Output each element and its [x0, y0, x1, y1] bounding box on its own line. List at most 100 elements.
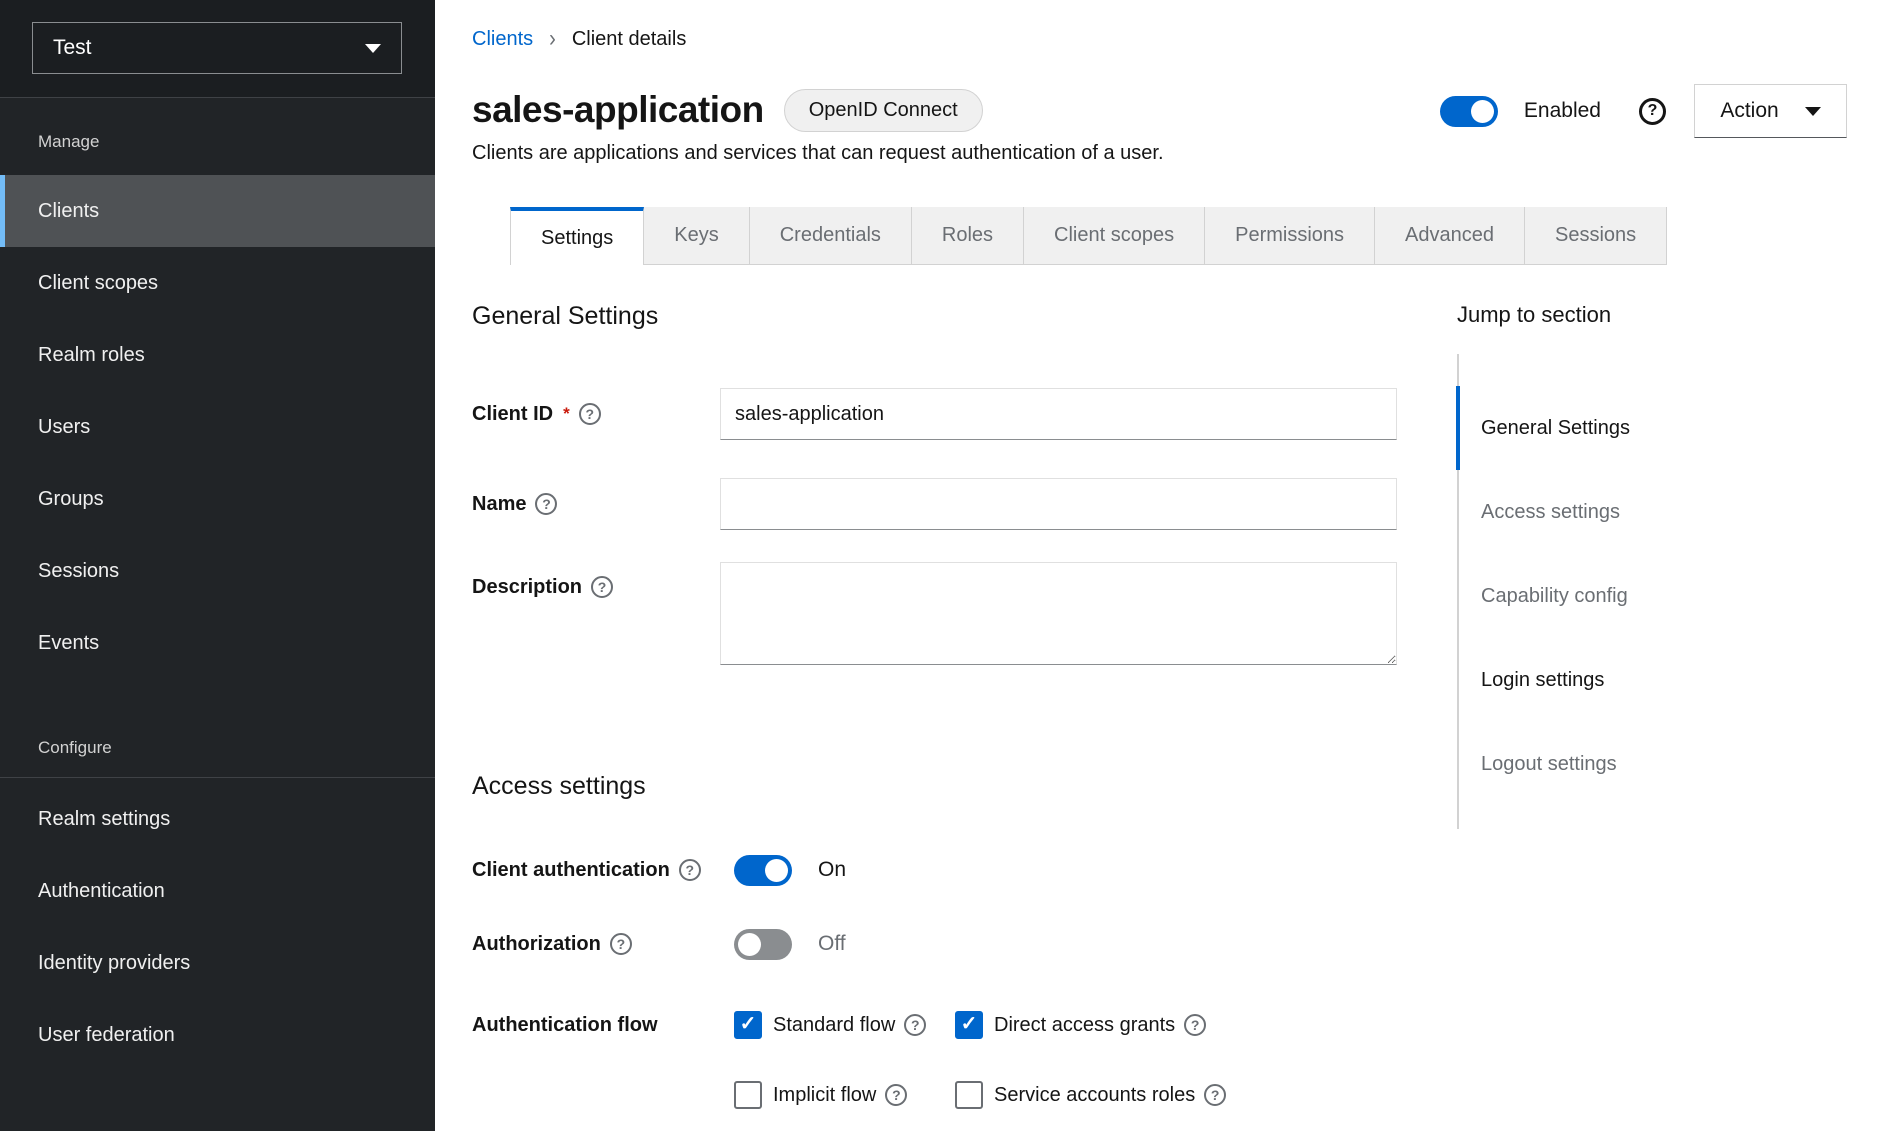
caret-down-icon [1805, 107, 1821, 116]
required-asterisk: * [563, 404, 570, 424]
access-settings-heading: Access settings [472, 772, 646, 801]
jump-link-general-settings[interactable]: General Settings [1459, 386, 1877, 470]
service-accounts-roles-label: Service accounts roles [994, 1084, 1195, 1107]
direct-access-grants-checkbox[interactable]: ✓ [955, 1011, 983, 1039]
description-row: Description ? [472, 562, 1397, 665]
toggle-knob [738, 933, 761, 956]
enabled-label: Enabled [1524, 99, 1601, 123]
description-textarea[interactable] [720, 562, 1397, 665]
authentication-flow-row-2: Implicit flow ? Service accounts roles ? [472, 1075, 1472, 1115]
help-icon[interactable]: ? [535, 493, 557, 515]
name-row: Name ? [472, 478, 1397, 530]
sidebar-item-users[interactable]: Users [0, 391, 435, 463]
tab-client-scopes[interactable]: Client scopes [1024, 207, 1205, 265]
implicit-flow-option: Implicit flow ? [734, 1081, 955, 1109]
help-icon[interactable]: ? [1639, 98, 1666, 125]
standard-flow-label: Standard flow [773, 1014, 895, 1037]
nav-section-title-configure: Configure [0, 728, 435, 768]
jump-link-logout-settings[interactable]: Logout settings [1459, 722, 1877, 806]
client-id-row: Client ID * ? [472, 388, 1397, 440]
realm-selector-label: Test [53, 36, 92, 60]
authorization-state: Off [818, 932, 846, 956]
breadcrumb: Clients › Client details [472, 28, 686, 51]
jump-to-section-heading: Jump to section [1457, 302, 1877, 332]
authentication-flow-row-1: Authentication flow ✓ Standard flow ? ✓ … [472, 1005, 1472, 1045]
help-icon[interactable]: ? [591, 576, 613, 598]
service-accounts-roles-checkbox[interactable] [955, 1081, 983, 1109]
sidebar-item-authentication[interactable]: Authentication [0, 855, 435, 927]
toggle-knob [765, 859, 788, 882]
jump-to-section-list: General Settings Access settings Capabil… [1457, 354, 1877, 829]
authentication-flow-label: Authentication flow [472, 1014, 734, 1037]
masthead: Test [0, 0, 435, 98]
tab-credentials[interactable]: Credentials [750, 207, 912, 265]
sidebar-nav: Manage Clients Client scopes Realm roles… [0, 122, 435, 1071]
access-settings-form: Client authentication ? On Authorization… [472, 847, 1472, 1115]
direct-access-grants-label: Direct access grants [994, 1014, 1175, 1037]
client-authentication-toggle[interactable] [734, 855, 792, 886]
protocol-badge: OpenID Connect [784, 89, 983, 132]
help-icon[interactable]: ? [610, 933, 632, 955]
direct-access-grants-option: ✓ Direct access grants ? [955, 1011, 1206, 1039]
implicit-flow-label: Implicit flow [773, 1084, 876, 1107]
jump-link-capability-config[interactable]: Capability config [1459, 554, 1877, 638]
nav-section-title-manage: Manage [0, 122, 435, 162]
breadcrumb-separator-icon: › [549, 26, 556, 54]
client-authentication-state: On [818, 858, 846, 882]
jump-to-section-panel: Jump to section General Settings Access … [1457, 302, 1877, 829]
main-content: Clients › Client details sales-applicati… [435, 0, 1904, 1131]
help-icon[interactable]: ? [885, 1084, 907, 1106]
tab-settings[interactable]: Settings [510, 207, 644, 265]
header-controls: Enabled ? Action [1440, 84, 1847, 138]
check-icon: ✓ [961, 1014, 978, 1034]
sidebar-item-clients[interactable]: Clients [0, 175, 435, 247]
tab-bar: Settings Keys Credentials Roles Client s… [510, 207, 1667, 265]
standard-flow-option: ✓ Standard flow ? [734, 1011, 955, 1039]
action-label: Action [1720, 99, 1778, 123]
name-input[interactable] [720, 478, 1397, 530]
tab-keys[interactable]: Keys [644, 207, 749, 265]
sidebar-item-groups[interactable]: Groups [0, 463, 435, 535]
authorization-row: Authorization ? Off [472, 921, 1472, 967]
help-icon[interactable]: ? [679, 859, 701, 881]
sidebar-item-events[interactable]: Events [0, 607, 435, 679]
help-icon[interactable]: ? [904, 1014, 926, 1036]
tab-roles[interactable]: Roles [912, 207, 1024, 265]
jump-link-access-settings[interactable]: Access settings [1459, 470, 1877, 554]
help-icon[interactable]: ? [1204, 1084, 1226, 1106]
service-accounts-roles-option: Service accounts roles ? [955, 1081, 1226, 1109]
action-dropdown-button[interactable]: Action [1694, 84, 1847, 138]
client-authentication-row: Client authentication ? On [472, 847, 1472, 893]
client-id-input[interactable] [720, 388, 1397, 440]
client-id-label: Client ID * ? [472, 388, 720, 440]
tab-sessions[interactable]: Sessions [1525, 207, 1667, 265]
client-authentication-label: Client authentication ? [472, 859, 734, 882]
description-label: Description ? [472, 562, 720, 665]
toggle-knob [1471, 100, 1494, 123]
tab-permissions[interactable]: Permissions [1205, 207, 1375, 265]
general-settings-form: Client ID * ? Name ? Description ? [472, 388, 1397, 665]
standard-flow-checkbox[interactable]: ✓ [734, 1011, 762, 1039]
sidebar-item-realm-roles[interactable]: Realm roles [0, 319, 435, 391]
sidebar-item-identity-providers[interactable]: Identity providers [0, 927, 435, 999]
sidebar-item-user-federation[interactable]: User federation [0, 999, 435, 1071]
sidebar-item-client-scopes[interactable]: Client scopes [0, 247, 435, 319]
nav-divider [0, 777, 435, 778]
help-icon[interactable]: ? [1184, 1014, 1206, 1036]
page-subtitle: Clients are applications and services th… [472, 142, 1164, 165]
sidebar-item-realm-settings[interactable]: Realm settings [0, 783, 435, 855]
authorization-toggle[interactable] [734, 929, 792, 960]
enabled-toggle[interactable] [1440, 96, 1498, 127]
general-settings-heading: General Settings [472, 302, 658, 331]
tab-advanced[interactable]: Advanced [1375, 207, 1525, 265]
title-row: sales-application OpenID Connect [472, 82, 983, 138]
check-icon: ✓ [740, 1014, 757, 1034]
jump-link-login-settings[interactable]: Login settings [1459, 638, 1877, 722]
realm-selector-dropdown[interactable]: Test [32, 22, 402, 74]
sidebar-item-sessions[interactable]: Sessions [0, 535, 435, 607]
breadcrumb-clients-link[interactable]: Clients [472, 28, 533, 51]
implicit-flow-checkbox[interactable] [734, 1081, 762, 1109]
name-label: Name ? [472, 478, 720, 530]
breadcrumb-current: Client details [572, 28, 687, 51]
help-icon[interactable]: ? [579, 403, 601, 425]
